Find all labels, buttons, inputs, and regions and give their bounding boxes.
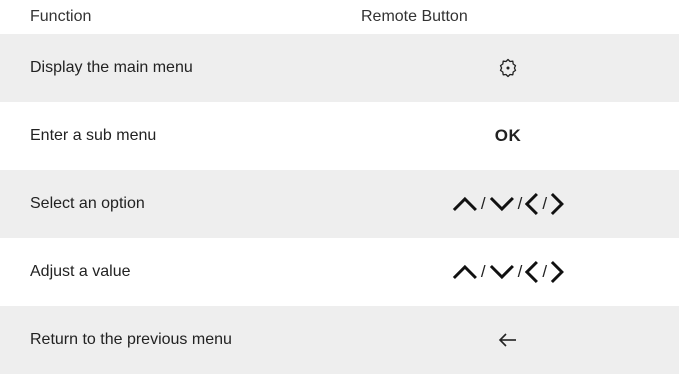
table-row: Display the main menu	[0, 34, 679, 102]
table-row: Select an option / / /	[0, 170, 679, 238]
function-label: Adjust a value	[30, 263, 131, 280]
ok-button-label: OK	[494, 126, 522, 145]
button-cell: / / /	[452, 192, 565, 216]
button-cell	[497, 57, 519, 79]
right-arrow-icon	[550, 260, 565, 284]
separator: /	[480, 194, 486, 213]
button-cell: / / /	[452, 260, 565, 284]
up-arrow-icon	[452, 196, 478, 212]
header-remote-button: Remote Button	[361, 8, 468, 25]
left-arrow-icon	[525, 192, 539, 216]
separator: /	[517, 262, 523, 281]
remote-function-table: Function Remote Button Display the main …	[0, 0, 679, 374]
header-function: Function	[30, 8, 92, 25]
down-arrow-icon	[489, 264, 515, 280]
button-cell	[498, 332, 518, 348]
function-label: Select an option	[30, 195, 145, 212]
separator: /	[480, 262, 486, 281]
separator: /	[517, 194, 523, 213]
separator: /	[542, 262, 548, 281]
function-label: Display the main menu	[30, 59, 193, 76]
down-arrow-icon	[489, 196, 515, 212]
table-row: Adjust a value / / /	[0, 238, 679, 306]
function-label: Enter a sub menu	[30, 127, 157, 144]
left-arrow-icon	[525, 260, 539, 284]
separator: /	[542, 194, 548, 213]
table-row: Enter a sub menu OK	[0, 102, 679, 170]
function-label: Return to the previous menu	[30, 331, 232, 348]
table-row: Return to the previous menu	[0, 306, 679, 374]
table-header: Function Remote Button	[0, 0, 679, 34]
up-arrow-icon	[452, 264, 478, 280]
right-arrow-icon	[550, 192, 565, 216]
button-cell: OK	[495, 126, 522, 146]
back-arrow-icon	[498, 332, 518, 348]
gear-icon	[497, 57, 519, 79]
